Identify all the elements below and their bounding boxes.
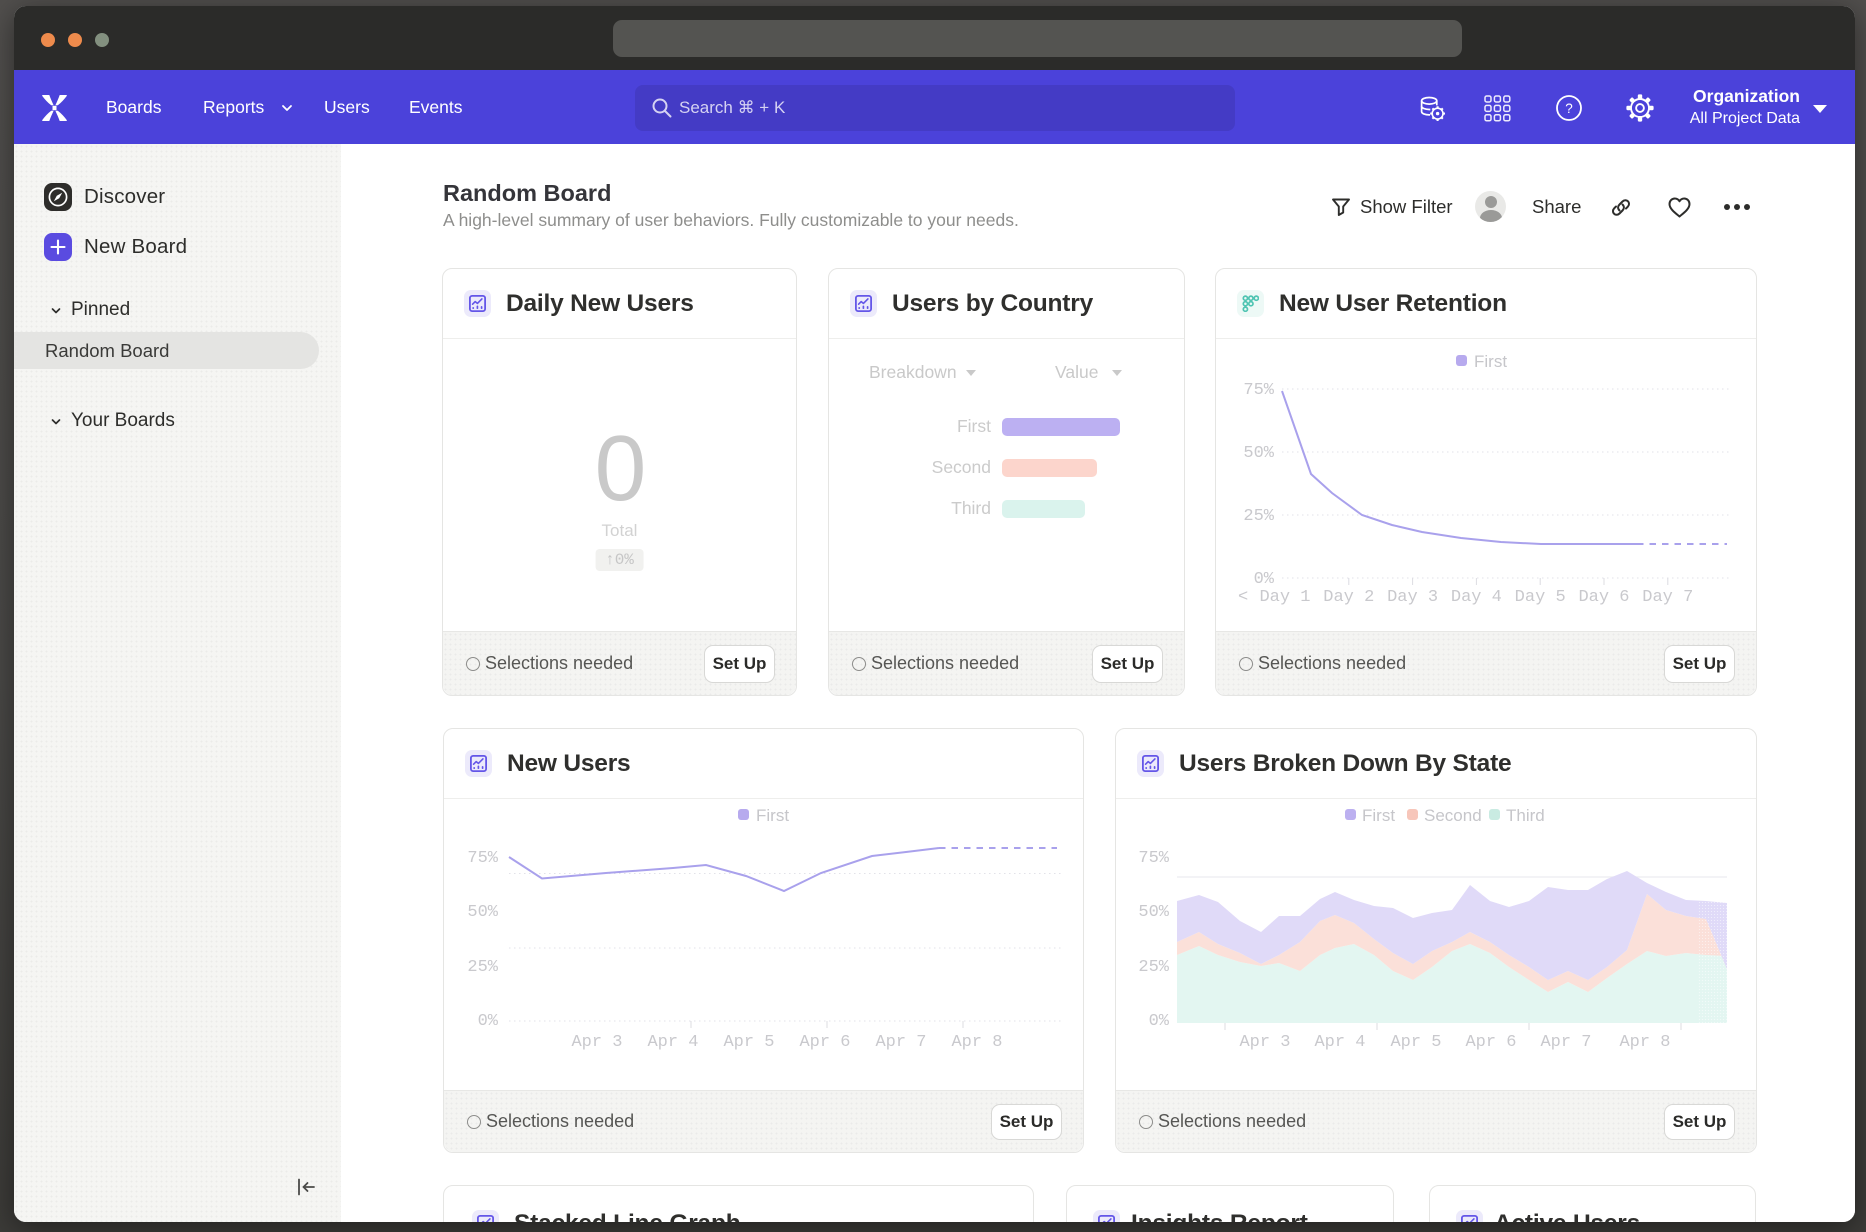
svg-text:?: ?	[1565, 101, 1573, 116]
